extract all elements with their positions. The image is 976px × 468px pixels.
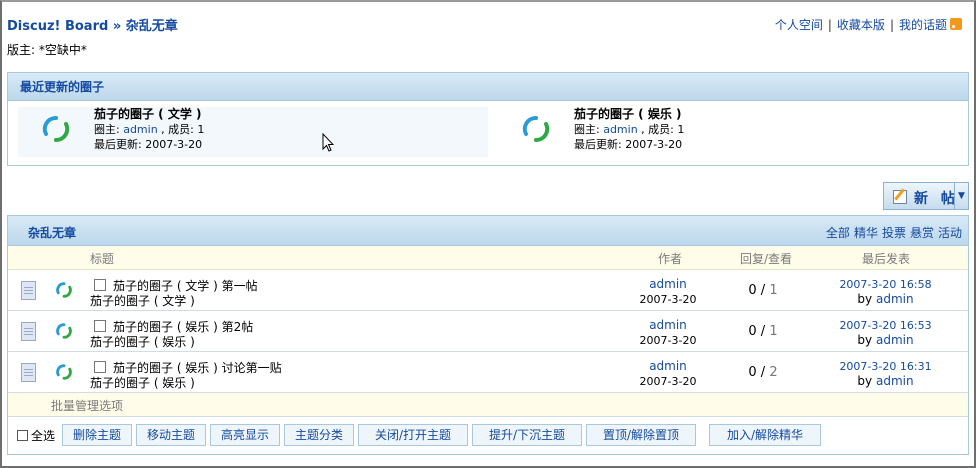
filter-poll[interactable]: 投票 bbox=[882, 226, 906, 240]
reply-view-count: 0 / 1 bbox=[748, 324, 778, 339]
last-post-time[interactable]: 2007-3-20 16:31 bbox=[818, 359, 953, 374]
circle-logo-icon bbox=[56, 282, 72, 298]
post-date: 2007-3-20 bbox=[639, 375, 697, 388]
circle-owner-link[interactable]: admin bbox=[123, 123, 157, 136]
move-thread-button[interactable]: 移动主题 bbox=[136, 424, 206, 446]
batch-label: 批量管理选项 bbox=[51, 399, 124, 413]
circle-updated: 最后更新: 2007-3-20 bbox=[574, 138, 683, 151]
col-author: 作者 bbox=[658, 252, 683, 266]
last-poster-link[interactable]: admin bbox=[876, 374, 914, 388]
link-my-topics[interactable]: 我的话题 bbox=[899, 18, 947, 32]
column-header: 标题 作者 回复/查看 最后发表 bbox=[8, 246, 968, 270]
moderator-info: 版主: *空缺中* bbox=[7, 43, 87, 57]
circle-logo-icon bbox=[522, 115, 550, 143]
document-icon bbox=[21, 322, 36, 341]
last-post-time[interactable]: 2007-3-20 16:58 bbox=[818, 277, 953, 292]
author-link[interactable]: admin bbox=[618, 277, 718, 291]
circle-logo-icon bbox=[42, 115, 70, 143]
circle-item[interactable]: 茄子的圈子 ( 娱乐 ) 圈主: admin , 成员: 1 最后更新: 200… bbox=[498, 107, 958, 157]
last-poster-link[interactable]: admin bbox=[876, 292, 914, 306]
mouse-cursor-icon bbox=[322, 133, 334, 152]
document-icon bbox=[21, 281, 36, 300]
circle-owner-link[interactable]: admin bbox=[603, 123, 637, 136]
delete-thread-button[interactable]: 删除主题 bbox=[62, 424, 132, 446]
filter-reward[interactable]: 悬赏 bbox=[910, 226, 934, 240]
col-replies: 回复/查看 bbox=[740, 252, 793, 266]
link-favorite-forum[interactable]: 收藏本版 bbox=[837, 18, 885, 32]
thread-checkbox[interactable] bbox=[94, 361, 106, 373]
panel-title: 最近更新的圈子 bbox=[8, 73, 968, 101]
circle-updated: 最后更新: 2007-3-20 bbox=[94, 138, 203, 151]
circle-item[interactable]: 茄子的圈子 ( 文学 ) 圈主: admin , 成员: 1 最后更新: 200… bbox=[18, 107, 488, 157]
breadcrumb[interactable]: Discuz! Board » 杂乱无章 bbox=[7, 15, 178, 34]
select-all-checkbox[interactable]: 全选 bbox=[17, 427, 55, 444]
highlight-button[interactable]: 高亮显示 bbox=[210, 424, 280, 446]
reply-view-count: 0 / 2 bbox=[748, 365, 778, 380]
categorize-button[interactable]: 主题分类 bbox=[284, 424, 354, 446]
author-link[interactable]: admin bbox=[618, 359, 718, 373]
table-row: 茄子的圈子 ( 文学 ) 第一帖 茄子的圈子 ( 文学 ) admin 2007… bbox=[8, 270, 968, 311]
circle-name[interactable]: 茄子的圈子 ( 娱乐 ) bbox=[574, 107, 684, 122]
post-date: 2007-3-20 bbox=[639, 334, 697, 347]
col-subject: 标题 bbox=[90, 252, 115, 266]
table-row: 茄子的圈子 ( 娱乐 ) 第2帖 茄子的圈子 ( 娱乐 ) admin 2007… bbox=[8, 311, 968, 352]
circle-name[interactable]: 茄子的圈子 ( 文学 ) bbox=[94, 107, 204, 122]
new-post-icon bbox=[893, 190, 907, 204]
new-post-button[interactable]: 新 帖 ▼ bbox=[883, 182, 969, 210]
thread-checkbox[interactable] bbox=[94, 279, 106, 291]
chevron-down-icon[interactable]: ▼ bbox=[954, 183, 968, 209]
recent-circles-panel: 最近更新的圈子 茄子的圈子 ( 文学 ) 圈主: admin , 成员: 1 最… bbox=[7, 72, 969, 166]
thread-circle: 茄子的圈子 ( 文学 ) bbox=[90, 294, 195, 308]
forum-title: 杂乱无章 bbox=[28, 226, 77, 240]
digest-button[interactable]: 加入/解除精华 bbox=[709, 424, 821, 446]
link-personal-space[interactable]: 个人空间 bbox=[775, 18, 823, 32]
last-post-time[interactable]: 2007-3-20 16:53 bbox=[818, 318, 953, 333]
action-bar: 全选 删除主题 移动主题 高亮显示 主题分类 关闭/打开主题 提升/下沉主题 置… bbox=[8, 417, 968, 451]
filter-activity[interactable]: 活动 bbox=[938, 226, 962, 240]
top-links: 个人空间 | 收藏本版 | 我的话题 bbox=[775, 16, 962, 33]
circle-logo-icon bbox=[56, 323, 72, 339]
thread-checkbox[interactable] bbox=[94, 320, 106, 332]
close-open-button[interactable]: 关闭/打开主题 bbox=[358, 424, 468, 446]
document-icon bbox=[21, 363, 36, 382]
col-last-post: 最后发表 bbox=[862, 252, 911, 266]
thread-filters: 全部 精华 投票 悬赏 活动 bbox=[822, 224, 962, 241]
thread-list-panel: 杂乱无章 全部 精华 投票 悬赏 活动 标题 作者 回复/查看 最后发表 茄子的圈子 (… bbox=[7, 215, 969, 455]
rss-icon[interactable] bbox=[950, 18, 962, 30]
filter-digest[interactable]: 精华 bbox=[854, 226, 878, 240]
batch-manage-bar: 批量管理选项 bbox=[8, 393, 968, 417]
post-date: 2007-3-20 bbox=[639, 293, 697, 306]
last-poster-link[interactable]: admin bbox=[876, 333, 914, 347]
thread-circle: 茄子的圈子 ( 娱乐 ) bbox=[90, 376, 195, 390]
table-row: 茄子的圈子 ( 娱乐 ) 讨论第一贴 茄子的圈子 ( 娱乐 ) admin 20… bbox=[8, 352, 968, 393]
filter-all[interactable]: 全部 bbox=[826, 226, 850, 240]
stick-unstick-button[interactable]: 置顶/解除置顶 bbox=[586, 424, 696, 446]
circle-logo-icon bbox=[56, 364, 72, 380]
author-link[interactable]: admin bbox=[618, 318, 718, 332]
bump-sink-button[interactable]: 提升/下沉主题 bbox=[472, 424, 582, 446]
thread-circle: 茄子的圈子 ( 娱乐 ) bbox=[90, 335, 195, 349]
reply-view-count: 0 / 1 bbox=[748, 283, 778, 298]
